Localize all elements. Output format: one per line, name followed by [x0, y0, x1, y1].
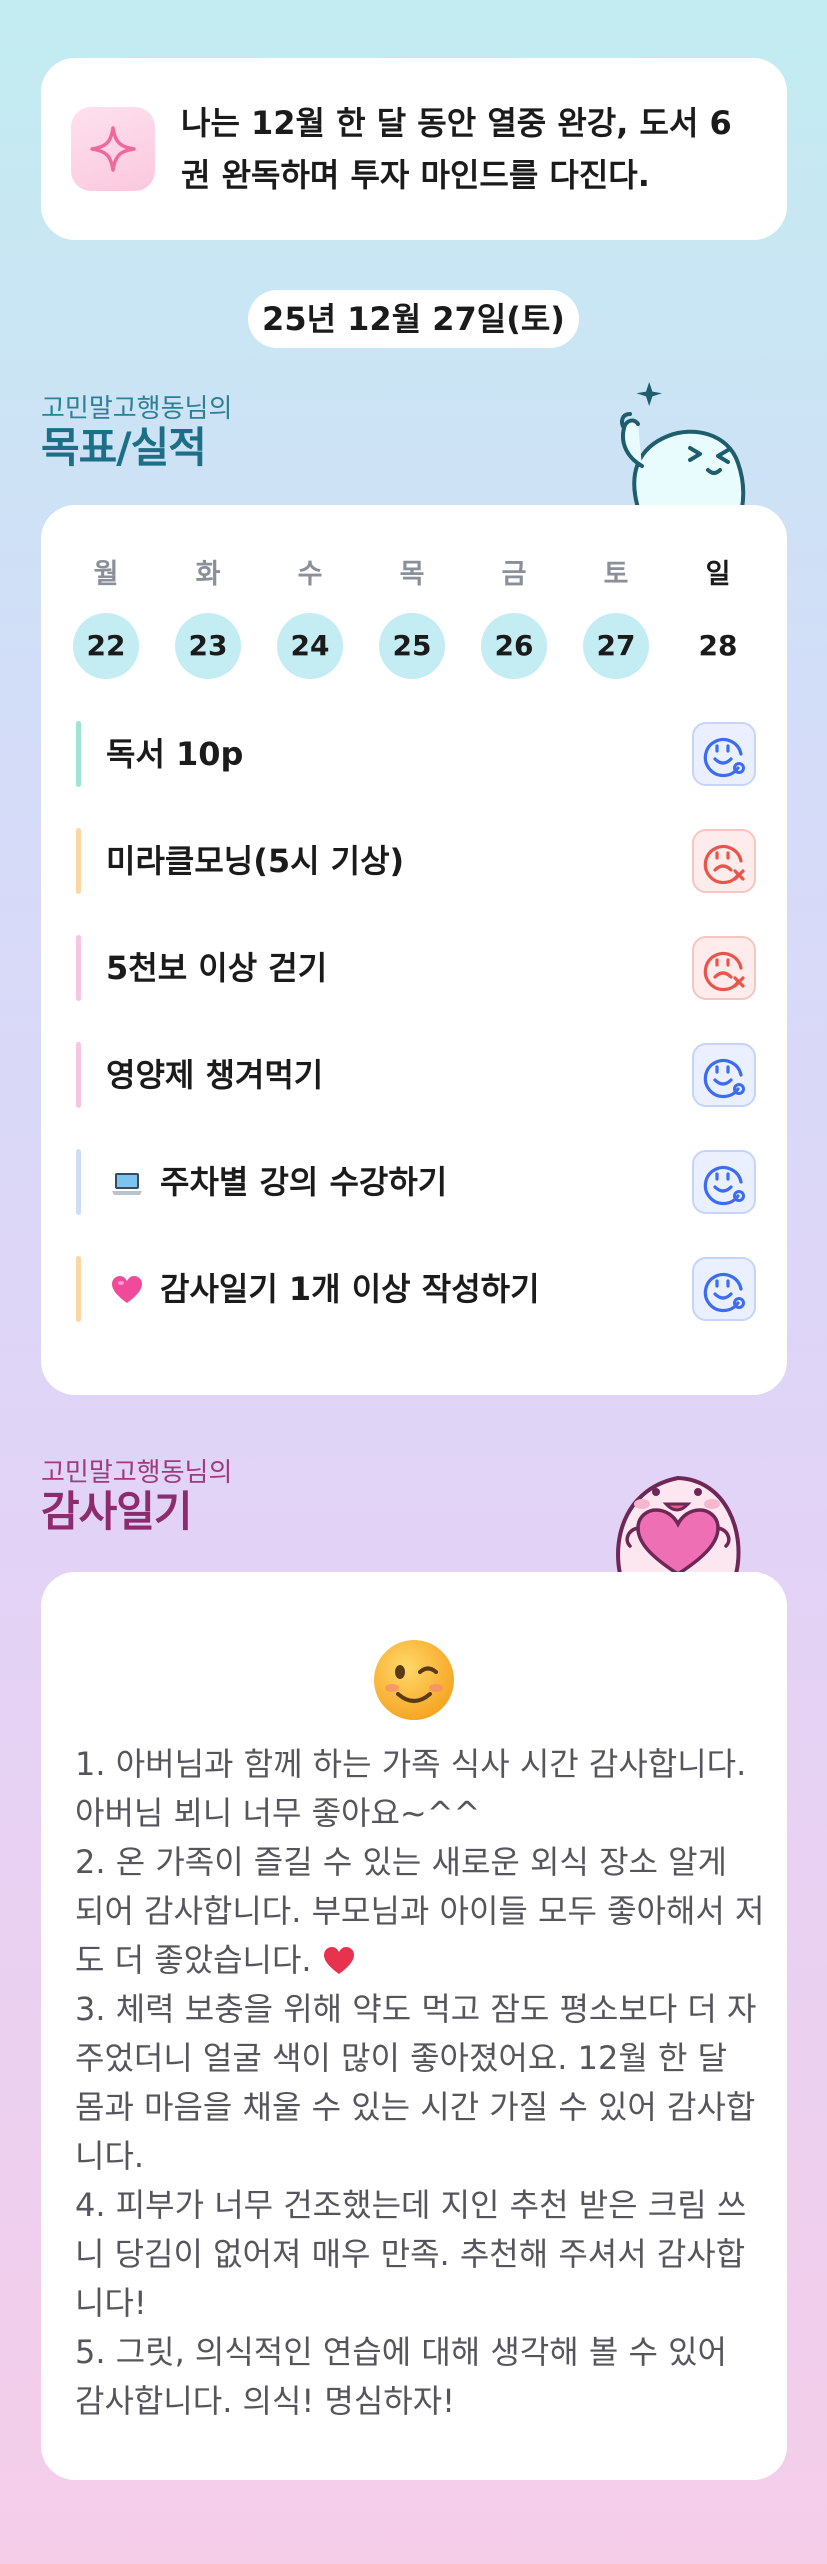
task-color-bar: [76, 1149, 81, 1215]
day-number: 23: [175, 613, 241, 679]
goal-card: 나는 12월 한 달 동안 열중 완강, 도서 6권 완독하며 투자 마인드를 …: [41, 58, 787, 240]
task-color-bar: [76, 828, 81, 894]
smile-face-icon[interactable]: [692, 1043, 756, 1107]
mascot-illustration: [620, 382, 746, 508]
sad-face-icon[interactable]: [692, 936, 756, 1000]
day-thu[interactable]: 목 25: [379, 555, 445, 679]
date-label: 25년 12월 27일(토): [248, 290, 579, 348]
day-number: 25: [379, 613, 445, 679]
task-label: 감사일기 1개 이상 작성하기: [160, 1270, 540, 1308]
task-row[interactable]: 미라클모닝(5시 기상): [76, 828, 756, 894]
gratitude-line: 3. 체력 보충을 위해 약도 먹고 잠도 평소보다 더 자주었더니 얼굴 색이…: [75, 1990, 757, 2175]
sparkle-icon: [71, 107, 155, 191]
smile-face-icon[interactable]: [692, 1150, 756, 1214]
day-name: 화: [195, 559, 221, 590]
day-sun[interactable]: 일 28: [685, 555, 751, 679]
smile-face-icon[interactable]: [692, 1257, 756, 1321]
task-label: 영양제 챙겨먹기: [106, 1056, 324, 1094]
winking-face-icon: [374, 1640, 454, 1720]
task-label: 미라클모닝(5시 기상): [106, 842, 405, 880]
task-row[interactable]: 영양제 챙겨먹기: [76, 1042, 756, 1108]
day-number: 27: [583, 613, 649, 679]
day-name: 금: [501, 559, 527, 590]
task-color-bar: [76, 721, 81, 787]
gratitude-line: 5. 그릿, 의식적인 연습에 대해 생각해 볼 수 있어 감사합니다. 의식!…: [75, 2333, 727, 2420]
heart-icon: [323, 1947, 354, 1974]
goals-section-title: 목표/실적: [41, 423, 207, 472]
heart-icon: [112, 1276, 142, 1303]
day-number: 26: [481, 613, 547, 679]
day-name: 토: [603, 559, 629, 590]
gratitude-text: 1. 아버님과 함께 하는 가족 식사 시간 감사합니다. 아버님 뵈니 너무 …: [75, 1740, 765, 2426]
mascot-heart-illustration: [616, 1475, 741, 1574]
gratitude-line: 4. 피부가 너무 건조했는데 지인 추천 받은 크림 쓰니 당김이 없어져 매…: [75, 2186, 747, 2322]
smile-face-icon[interactable]: [692, 722, 756, 786]
task-row[interactable]: 5천보 이상 걷기: [76, 935, 756, 1001]
day-name: 목: [399, 559, 425, 590]
laptop-icon: [112, 1173, 142, 1195]
task-label: 주차별 강의 수강하기: [160, 1163, 448, 1201]
gratitude-section-title: 감사일기: [41, 1487, 193, 1536]
day-mon[interactable]: 월 22: [73, 555, 139, 679]
day-fri[interactable]: 금 26: [481, 555, 547, 679]
day-number: 24: [277, 613, 343, 679]
task-color-bar: [76, 1256, 81, 1322]
goal-text: 나는 12월 한 달 동안 열중 완강, 도서 6권 완독하며 투자 마인드를 …: [181, 104, 732, 194]
task-row[interactable]: 독서 10p: [76, 721, 756, 787]
gratitude-line: 1. 아버님과 함께 하는 가족 식사 시간 감사합니다. 아버님 뵈니 너무 …: [75, 1745, 747, 1832]
day-tue[interactable]: 화 23: [175, 555, 241, 679]
task-label: 5천보 이상 걷기: [106, 949, 328, 987]
day-name: 월: [93, 559, 119, 590]
day-name: 수: [297, 559, 323, 590]
day-number: 28: [698, 629, 738, 662]
day-number: 22: [73, 613, 139, 679]
day-sat[interactable]: 토 27: [583, 555, 649, 679]
sad-face-icon[interactable]: [692, 829, 756, 893]
task-color-bar: [76, 1042, 81, 1108]
gratitude-line: 2. 온 가족이 즐길 수 있는 새로운 외식 장소 알게 되어 감사합니다. …: [75, 1843, 765, 1979]
task-row[interactable]: 감사일기 1개 이상 작성하기: [76, 1256, 756, 1322]
task-color-bar: [76, 935, 81, 1001]
task-label: 독서 10p: [106, 735, 244, 773]
day-wed[interactable]: 수 24: [277, 555, 343, 679]
gratitude-card: 1. 아버님과 함께 하는 가족 식사 시간 감사합니다. 아버님 뵈니 너무 …: [41, 1572, 787, 2480]
week-strip: 월 22 화 23 수 24 목 25 금 26 토 27 일 28: [73, 555, 763, 679]
records-card: 월 22 화 23 수 24 목 25 금 26 토 27 일 28 독서 10…: [41, 505, 787, 1395]
task-row[interactable]: 주차별 강의 수강하기: [76, 1149, 756, 1215]
day-name: 일: [705, 559, 731, 590]
